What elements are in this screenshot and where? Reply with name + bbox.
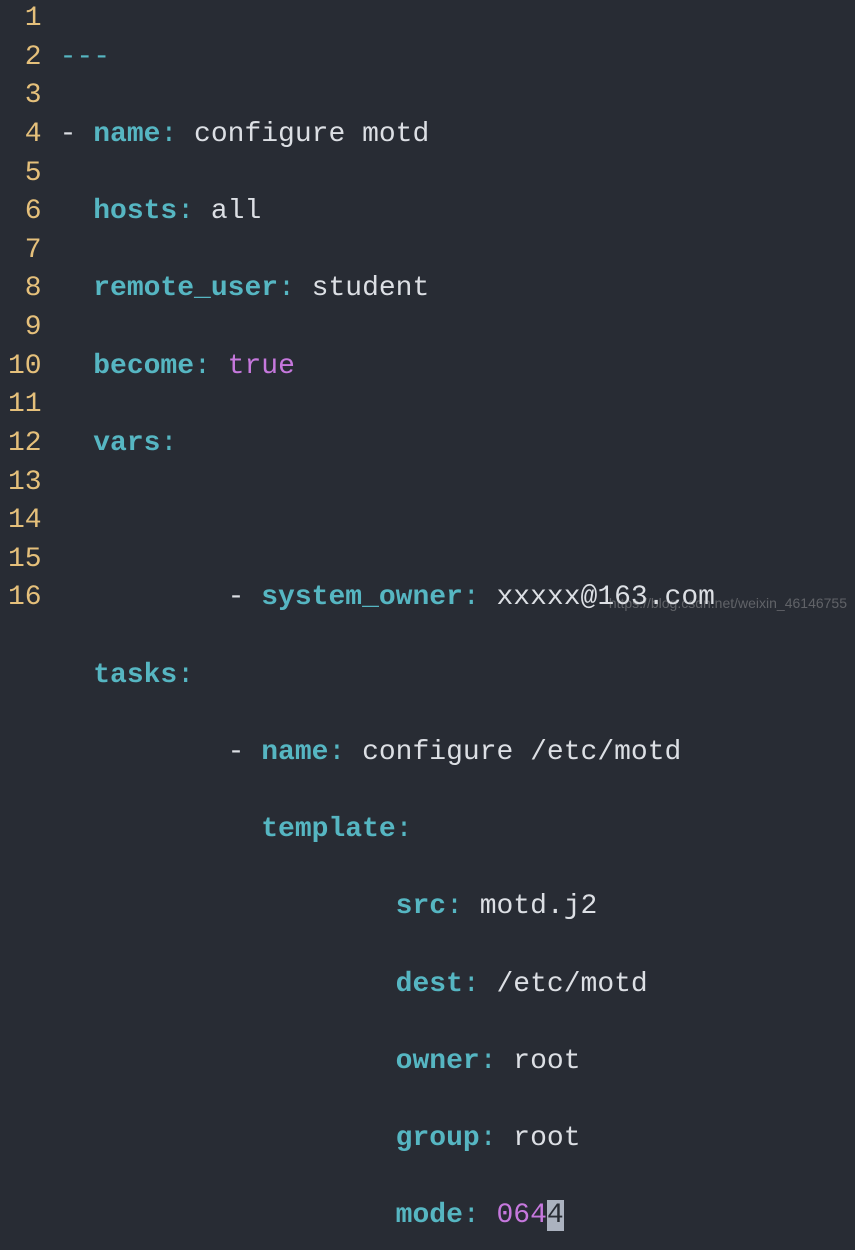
yaml-key: owner xyxy=(396,1046,480,1077)
yaml-key: mode xyxy=(396,1200,463,1231)
yaml-key: src xyxy=(396,891,446,922)
colon: : xyxy=(328,737,362,768)
line-number-gutter: 1 2 3 4 5 6 7 8 9 10 11 12 13 14 15 16 xyxy=(0,0,60,1250)
yaml-value: root xyxy=(513,1123,580,1154)
colon: : xyxy=(160,428,177,459)
line-number: 14 xyxy=(8,502,42,541)
colon: : xyxy=(177,660,194,691)
yaml-key: system_owner xyxy=(261,582,463,613)
colon: : xyxy=(463,969,497,1000)
code-line: vars: xyxy=(60,425,715,464)
code-line: become: true xyxy=(60,348,715,387)
watermark-text: https://blog.csdn.net/weixin_46146755 xyxy=(609,594,847,613)
yaml-key: dest xyxy=(396,969,463,1000)
yaml-key: template xyxy=(261,814,395,845)
colon: : xyxy=(194,351,228,382)
yaml-key: name xyxy=(261,737,328,768)
code-line: group: root xyxy=(60,1120,715,1159)
list-dash: - xyxy=(228,582,262,613)
colon: : xyxy=(446,891,480,922)
code-line: --- xyxy=(60,39,715,78)
yaml-key: group xyxy=(396,1123,480,1154)
line-number: 5 xyxy=(8,155,42,194)
yaml-value: configure motd xyxy=(194,119,429,150)
line-number: 15 xyxy=(8,541,42,580)
text-cursor: 4 xyxy=(547,1200,564,1231)
yaml-key: vars xyxy=(93,428,160,459)
colon: : xyxy=(278,273,312,304)
code-line: remote_user: student xyxy=(60,270,715,309)
list-dash: - xyxy=(228,737,262,768)
line-number: 6 xyxy=(8,193,42,232)
line-number: 10 xyxy=(8,348,42,387)
yaml-key: name xyxy=(93,119,160,150)
code-editor: 1 2 3 4 5 6 7 8 9 10 11 12 13 14 15 16 -… xyxy=(0,0,855,1250)
yaml-key: become xyxy=(93,351,194,382)
line-number: 1 xyxy=(8,0,42,39)
yaml-key: hosts xyxy=(93,196,177,227)
colon: : xyxy=(463,1200,497,1231)
line-number: 16 xyxy=(8,579,42,618)
code-line: mode: 0644 xyxy=(60,1197,715,1236)
line-number: 8 xyxy=(8,270,42,309)
yaml-value: motd.j2 xyxy=(480,891,598,922)
yaml-key: remote_user xyxy=(93,273,278,304)
code-line: tasks: xyxy=(60,657,715,696)
line-number: 11 xyxy=(8,386,42,425)
colon: : xyxy=(480,1123,514,1154)
code-line: src: motd.j2 xyxy=(60,888,715,927)
colon: : xyxy=(396,814,413,845)
colon: : xyxy=(463,582,497,613)
yaml-bool: true xyxy=(228,351,295,382)
code-line: owner: root xyxy=(60,1043,715,1082)
list-dash: - xyxy=(60,119,94,150)
yaml-key: tasks xyxy=(93,660,177,691)
yaml-value: student xyxy=(312,273,430,304)
code-line: hosts: all xyxy=(60,193,715,232)
line-number: 7 xyxy=(8,232,42,271)
colon: : xyxy=(160,119,194,150)
code-area[interactable]: --- - name: configure motd hosts: all re… xyxy=(60,0,715,1250)
line-number: 13 xyxy=(8,464,42,503)
yaml-value: root xyxy=(513,1046,580,1077)
colon: : xyxy=(480,1046,514,1077)
code-line: template: xyxy=(60,811,715,850)
code-line: dest: /etc/motd xyxy=(60,966,715,1005)
line-number: 9 xyxy=(8,309,42,348)
code-line: - name: configure /etc/motd xyxy=(60,734,715,773)
code-line xyxy=(60,502,715,541)
line-number: 4 xyxy=(8,116,42,155)
code-line: - name: configure motd xyxy=(60,116,715,155)
yaml-value: all xyxy=(211,196,261,227)
line-number: 12 xyxy=(8,425,42,464)
line-number: 2 xyxy=(8,39,42,78)
yaml-number: 064 xyxy=(497,1200,547,1231)
yaml-value: configure /etc/motd xyxy=(362,737,681,768)
line-number: 3 xyxy=(8,77,42,116)
yaml-value: /etc/motd xyxy=(497,969,648,1000)
yaml-doc-start: --- xyxy=(60,42,110,73)
colon: : xyxy=(177,196,211,227)
